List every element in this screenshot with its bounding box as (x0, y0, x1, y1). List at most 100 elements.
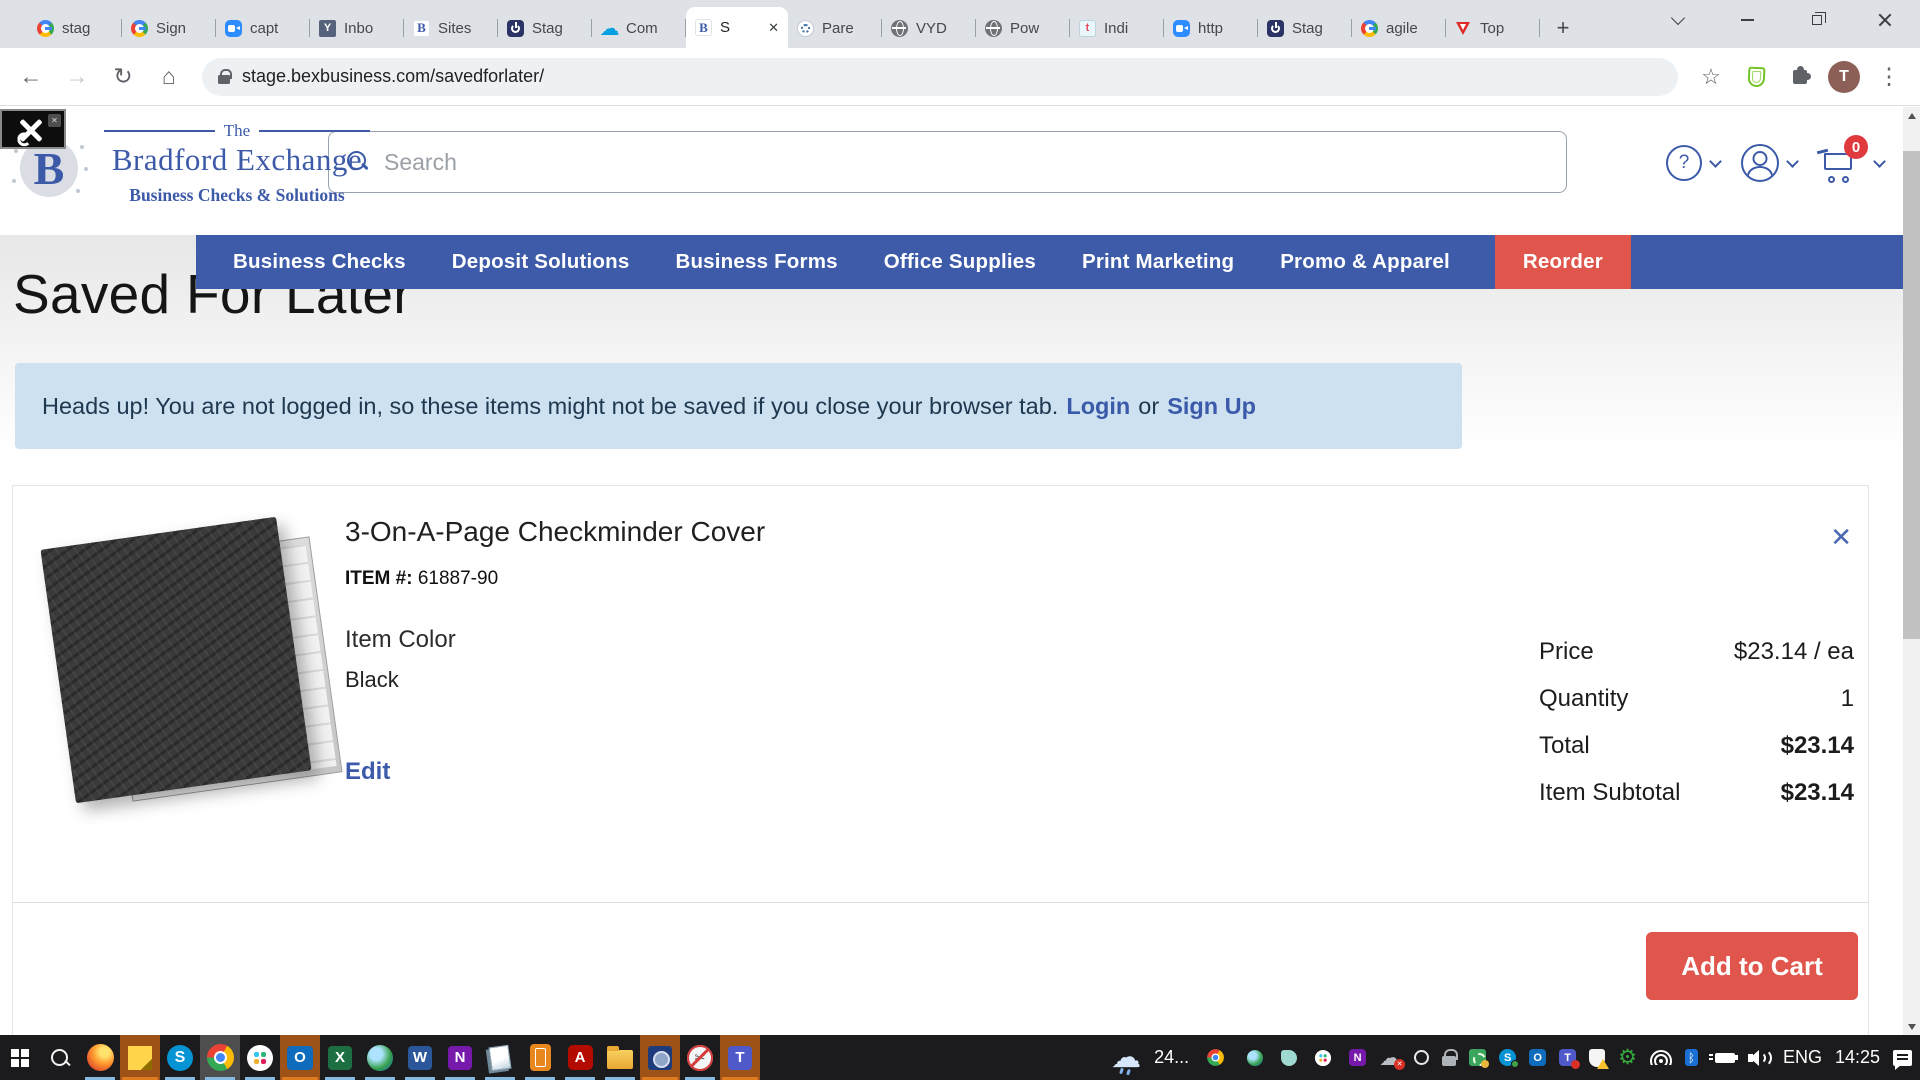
action-center-icon[interactable] (1893, 1050, 1912, 1066)
product-image[interactable] (49, 520, 339, 810)
tools-overlay-widget[interactable]: ✕ (0, 109, 66, 149)
chevron-down-icon[interactable] (1786, 155, 1799, 168)
wifi-icon[interactable] (1650, 1050, 1672, 1065)
taskbar-acrobat[interactable]: A (560, 1035, 600, 1080)
weather-temp[interactable]: 24... (1154, 1047, 1189, 1068)
tab-search-button[interactable] (1655, 0, 1701, 40)
taskbar-onenote[interactable]: N (440, 1035, 480, 1080)
taskbar-search-button[interactable] (40, 1035, 80, 1080)
account-icon[interactable] (1741, 144, 1779, 182)
chevron-down-icon[interactable] (1709, 155, 1722, 168)
browser-tab-stage1[interactable]: Stag (498, 8, 592, 48)
new-tab-button[interactable]: + (1548, 13, 1578, 43)
browser-tab-indi[interactable]: t Indi (1070, 8, 1164, 48)
browser-tab-inbox[interactable]: Y Inbo (310, 8, 404, 48)
nav-promo-apparel[interactable]: Promo & Apparel (1257, 235, 1473, 289)
bookmark-star-button[interactable]: ☆ (1690, 56, 1732, 98)
taskbar-word[interactable]: W (400, 1035, 440, 1080)
nav-deposit-solutions[interactable]: Deposit Solutions (429, 235, 653, 289)
onenote-tray-icon[interactable]: N (1349, 1049, 1366, 1066)
scrollbar-down-button[interactable] (1903, 1018, 1920, 1035)
taskbar-browser-globe[interactable] (360, 1035, 400, 1080)
green-sync-tray-icon[interactable] (1469, 1049, 1486, 1066)
slack-tray-icon[interactable] (1315, 1049, 1331, 1065)
brand-logo[interactable]: The Bradford Exchange Business Checks & … (98, 121, 376, 206)
scrollbar-up-button[interactable] (1903, 107, 1920, 124)
lock-tray-icon[interactable] (1442, 1049, 1456, 1066)
login-link[interactable]: Login (1066, 393, 1130, 420)
browser-tab-pow[interactable]: Pow (976, 8, 1070, 48)
tab-close-icon[interactable]: ✕ (768, 20, 779, 36)
browser-tab-active-savedforlater[interactable]: B S ✕ (686, 7, 788, 48)
browser-tab-top[interactable]: Top (1446, 8, 1540, 48)
lock-icon[interactable] (218, 69, 230, 84)
taskbar-chrome[interactable] (200, 1035, 240, 1080)
window-close-button[interactable] (1862, 0, 1908, 40)
gear-tray-icon[interactable]: ⚙ (1618, 1047, 1637, 1068)
scrollbar-thumb[interactable] (1903, 151, 1920, 639)
weather-icon[interactable]: ☁ (1111, 1043, 1141, 1073)
browser-tab-capt[interactable]: capt (216, 8, 310, 48)
browser-tab-stage2[interactable]: Stag (1258, 8, 1352, 48)
teal-app-tray-icon[interactable] (1281, 1050, 1297, 1066)
back-button[interactable]: ← (10, 56, 52, 98)
adblock-extension-button[interactable] (1736, 57, 1776, 97)
clock[interactable]: 14:25 (1835, 1047, 1880, 1068)
nav-reorder[interactable]: Reorder (1495, 235, 1631, 289)
taskbar-outlook[interactable]: O (280, 1035, 320, 1080)
skype-tray-icon[interactable]: S (1499, 1049, 1516, 1066)
taskbar-teams[interactable]: T (720, 1035, 760, 1080)
bluetooth-icon[interactable]: ᛒ (1685, 1049, 1698, 1066)
extensions-button[interactable] (1780, 57, 1820, 97)
browser-tab-sign[interactable]: Sign (122, 8, 216, 48)
taskbar-disc-app[interactable] (640, 1035, 680, 1080)
remove-item-icon[interactable]: ✕ (1830, 524, 1852, 550)
taskbar-firefox[interactable] (80, 1035, 120, 1080)
nav-business-checks[interactable]: Business Checks (210, 235, 429, 289)
forward-button[interactable]: → (56, 56, 98, 98)
edit-link[interactable]: Edit (345, 758, 390, 786)
browser-tab-stag[interactable]: stag (28, 8, 122, 48)
taskbar-skype[interactable]: S (160, 1035, 200, 1080)
taskbar-excel[interactable]: X (320, 1035, 360, 1080)
chrome-tray-icon[interactable] (1207, 1049, 1224, 1066)
taskbar-phone-app[interactable] (520, 1035, 560, 1080)
browser-tab-sites[interactable]: B Sites (404, 8, 498, 48)
chevron-down-icon[interactable] (1873, 155, 1886, 168)
outlook-tray-icon[interactable]: O (1529, 1049, 1546, 1066)
nav-print-marketing[interactable]: Print Marketing (1059, 235, 1257, 289)
taskbar-file-explorer[interactable] (600, 1035, 640, 1080)
taskbar-sticky-notes[interactable] (120, 1035, 160, 1080)
page-scrollbar[interactable] (1903, 107, 1920, 1035)
battery-icon[interactable] (1715, 1053, 1735, 1063)
browser-tab-http[interactable]: http (1164, 8, 1258, 48)
volume-icon[interactable] (1748, 1049, 1770, 1067)
onedrive-error-icon[interactable]: ☁✕ (1379, 1047, 1401, 1069)
overlay-close-icon[interactable]: ✕ (48, 114, 61, 127)
address-bar[interactable] (202, 58, 1678, 96)
site-search-box[interactable] (328, 131, 1567, 193)
browser-menu-button[interactable]: ⋮ (1868, 56, 1910, 98)
url-input[interactable] (242, 66, 1662, 87)
circle-tray-icon[interactable] (1414, 1050, 1429, 1065)
browser-tab-com[interactable]: ☁ Com (592, 8, 686, 48)
taskbar-textpad[interactable] (480, 1035, 520, 1080)
profile-button[interactable]: T (1824, 57, 1864, 97)
teams-tray-icon[interactable]: T (1559, 1049, 1576, 1066)
start-button[interactable] (0, 1035, 40, 1080)
home-button[interactable]: ⌂ (148, 56, 190, 98)
reload-button[interactable]: ↻ (102, 56, 144, 98)
browser-tab-pare[interactable]: Pare (788, 8, 882, 48)
nav-office-supplies[interactable]: Office Supplies (861, 235, 1059, 289)
nav-business-forms[interactable]: Business Forms (652, 235, 860, 289)
help-icon[interactable]: ? (1666, 145, 1702, 181)
taskbar-slack[interactable] (240, 1035, 280, 1080)
defender-shield-icon[interactable] (1589, 1049, 1605, 1067)
cart-button[interactable]: 0 (1822, 143, 1866, 183)
taskbar-snipping-tool[interactable]: ✂ (680, 1035, 720, 1080)
add-to-cart-button[interactable]: Add to Cart (1646, 932, 1858, 1000)
globe-tray-icon[interactable] (1247, 1049, 1263, 1065)
browser-tab-vyd[interactable]: VYD (882, 8, 976, 48)
search-input[interactable] (384, 149, 1548, 176)
window-restore-button[interactable] (1794, 0, 1840, 40)
